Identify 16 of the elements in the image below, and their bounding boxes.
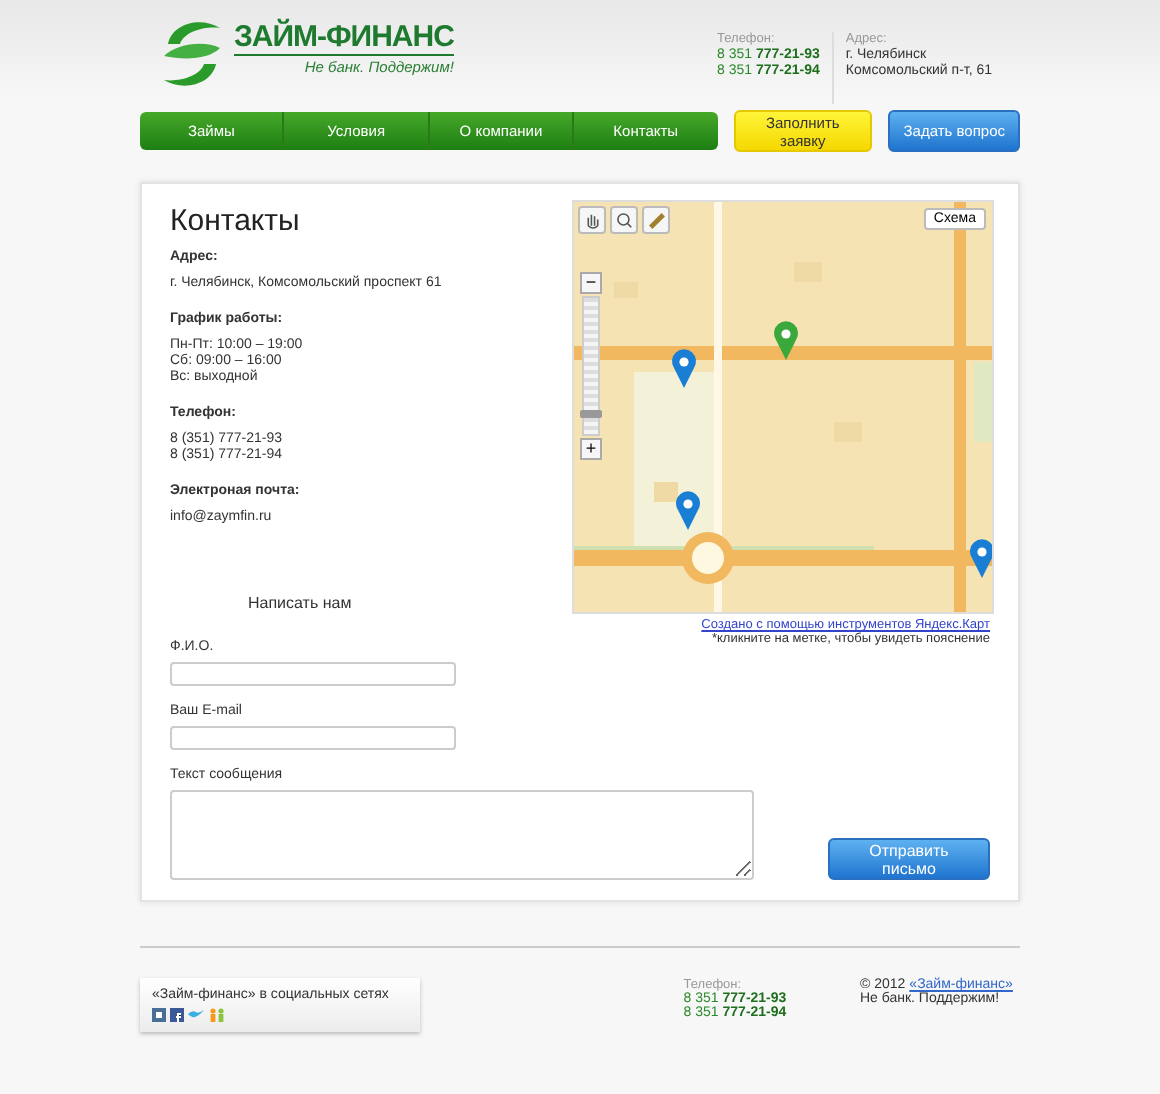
input-field[interactable] bbox=[170, 726, 456, 750]
zoom-in-button[interactable]: + bbox=[580, 438, 602, 460]
message-field[interactable] bbox=[170, 790, 754, 880]
page-title: Контакты bbox=[170, 204, 302, 238]
zoom-out-button[interactable]: − bbox=[580, 272, 602, 294]
ruler-icon[interactable] bbox=[645, 209, 667, 231]
zoom-handle[interactable] bbox=[580, 409, 602, 418]
facebook-icon bbox=[170, 1008, 184, 1022]
magnifier-icon[interactable] bbox=[613, 209, 635, 231]
bird-icon bbox=[188, 1008, 204, 1022]
input-field[interactable] bbox=[170, 662, 456, 686]
vk-icon bbox=[152, 1008, 166, 1022]
logo-title: ЗАЙМ-ФИНАНС bbox=[234, 20, 454, 56]
people-icon bbox=[208, 1008, 226, 1022]
form-title: Написать нам bbox=[246, 594, 354, 612]
send-button[interactable]: Отправить письмо bbox=[828, 838, 990, 880]
